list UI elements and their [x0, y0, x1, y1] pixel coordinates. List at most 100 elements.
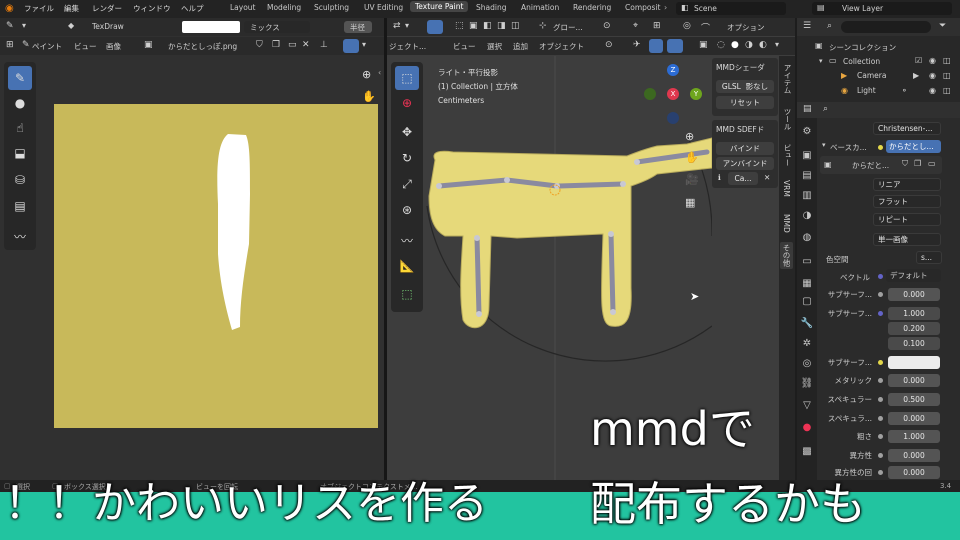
tab-view[interactable]: ビュー [782, 144, 793, 167]
camera-render-icon[interactable]: ◫ [943, 86, 951, 95]
render-tab-icon[interactable]: ▣ [800, 150, 814, 164]
property-value-field[interactable]: 0.000 [888, 374, 940, 387]
image-name[interactable]: からだとしっぽ.png [168, 41, 237, 52]
tab-scroll-icon[interactable]: › [664, 3, 667, 12]
socket-dot[interactable] [878, 470, 883, 475]
collection-tab-icon[interactable]: ▭ [800, 256, 814, 270]
base-color-link[interactable]: からだとし... [886, 140, 941, 153]
reset-button[interactable]: リセット [716, 96, 774, 109]
constraints-tab-icon[interactable]: ⛓ [800, 378, 814, 392]
visibility-icon[interactable]: ⊙ [605, 40, 613, 50]
modifier-tab-icon[interactable]: 🔧 [800, 318, 814, 332]
proportional-edit-icon[interactable]: ◎ [683, 21, 691, 31]
socket-dot[interactable] [878, 274, 883, 279]
image-icon[interactable]: ▣ [824, 160, 832, 169]
select-mode-button[interactable] [427, 20, 443, 34]
image-browse-icon[interactable]: ▣ [144, 40, 153, 50]
socket-dot[interactable] [878, 416, 883, 421]
transform-orientation-dropdown[interactable]: グロー... [553, 22, 583, 33]
property-value-field[interactable]: 1.000 [888, 430, 940, 443]
scene-collection-label[interactable]: シーンコレクション [829, 42, 896, 53]
extension-dropdown[interactable]: リピート [873, 213, 941, 226]
select-invert-icon[interactable]: ◨ [497, 21, 506, 31]
paint-color-swatch[interactable] [182, 21, 240, 33]
workspace-tab-shading[interactable]: Shading [476, 3, 506, 12]
blend-mode-dropdown[interactable]: ミックス [244, 21, 310, 33]
glsl-button[interactable]: GLSL [722, 82, 741, 91]
fill-tool-icon[interactable]: ⛁ [8, 168, 32, 192]
cache-button[interactable]: Ca... [728, 172, 758, 185]
workspace-tab-layout[interactable]: Layout [230, 3, 256, 12]
annotate-tool-icon[interactable]: 〰 [8, 224, 32, 248]
output-tab-icon[interactable]: ▤ [800, 170, 814, 184]
smear-tool-icon[interactable]: ☝ [8, 116, 32, 140]
property-value-field[interactable]: 0.500 [888, 393, 940, 406]
expand-arrow-icon[interactable]: ▾ [822, 141, 826, 149]
camera-render-icon[interactable]: ◫ [943, 56, 951, 65]
image-texture-name[interactable]: からだと... [852, 160, 889, 171]
solid-shading-icon[interactable]: ● [731, 40, 739, 50]
property-value-field[interactable]: 0.000 [888, 466, 940, 479]
navigation-gizmo[interactable]: Z X Y [638, 64, 708, 126]
close-icon[interactable]: ✕ [302, 40, 310, 50]
interpolation-dropdown[interactable]: リニア [873, 178, 941, 191]
shield-icon[interactable]: ⛉ [902, 159, 908, 169]
outliner-item-light[interactable]: Light [857, 86, 876, 95]
workspace-tab-compositing[interactable]: Composit [625, 3, 660, 12]
subsurface-color-swatch[interactable] [888, 356, 940, 369]
editor-type-icon[interactable]: ▤ [803, 104, 812, 114]
transform-tool-icon[interactable]: ⇄ [393, 21, 401, 31]
shadeless-button[interactable]: 影なし [746, 81, 769, 92]
grid-view-icon[interactable]: ▦ [685, 196, 695, 209]
menu-render[interactable]: レンダー [92, 3, 122, 14]
tab-mmd[interactable]: MMD [782, 214, 791, 233]
search-icon[interactable]: ⌕ [823, 104, 828, 114]
gizmo-y-axis[interactable]: Y [690, 88, 702, 100]
editor-type-icon[interactable]: ⊞ [6, 40, 14, 50]
brush-thumb-icon[interactable]: ◆ [68, 21, 74, 30]
scene-selector[interactable]: ◧ Scene [676, 2, 786, 15]
snap-target-icon[interactable]: ⊞ [653, 21, 661, 31]
filter-icon[interactable]: ⌕ [827, 21, 832, 31]
workspace-tab-uv-editing[interactable]: UV Editing [364, 3, 403, 12]
socket-dot[interactable] [878, 311, 883, 316]
brush-icon[interactable]: ✎ [6, 21, 14, 31]
shader-dropdown[interactable]: Christensen-... [873, 122, 941, 135]
menu-view[interactable]: ビュー [74, 41, 97, 52]
gizmo-toggle-icon[interactable]: ✈ [633, 40, 641, 50]
duplicate-icon[interactable]: ❐ [272, 40, 280, 50]
socket-dot[interactable] [878, 397, 883, 402]
xray-icon[interactable]: ▣ [699, 40, 708, 50]
gizmo-x-axis[interactable]: X [667, 88, 679, 100]
blender-logo-icon[interactable]: ◉ [5, 3, 14, 14]
tab-misc[interactable]: その他 [780, 242, 793, 269]
tab-tool[interactable]: ツール [782, 108, 793, 131]
outliner-item-camera[interactable]: Camera [857, 71, 886, 80]
property-value-field[interactable]: 0.000 [888, 288, 940, 301]
mask-tool-icon[interactable]: ▤ [8, 194, 32, 218]
object-data-icon[interactable]: ▶ [913, 71, 919, 80]
socket-dot[interactable] [878, 292, 883, 297]
camera-render-icon[interactable]: ◫ [943, 71, 951, 80]
editor-type-icon[interactable]: ☰ [803, 21, 811, 31]
pivot-icon[interactable]: ⊙ [603, 21, 611, 31]
gizmo-active-button[interactable] [649, 39, 663, 53]
menu-help[interactable]: ヘルプ [181, 3, 204, 14]
zoom-icon[interactable]: ⊕ [362, 68, 371, 81]
workspace-tab-sculpting[interactable]: Sculpting [314, 3, 349, 12]
expand-arrow-icon[interactable]: ▾ [819, 57, 823, 65]
falloff-icon[interactable]: ⌒ [701, 21, 710, 34]
socket-dot[interactable] [878, 360, 883, 365]
property-value-field[interactable]: 0.200 [888, 322, 940, 335]
orientation-icon[interactable]: ⊹ [539, 21, 547, 31]
texture-canvas[interactable] [54, 104, 378, 428]
sidebar-expand-icon[interactable]: ‹ [378, 68, 381, 77]
wireframe-shading-icon[interactable]: ◌ [717, 40, 725, 50]
funnel-icon[interactable]: ⏷ [939, 21, 946, 31]
view-layer-tab-icon[interactable]: ▥ [800, 190, 814, 204]
tool-tab-icon[interactable]: ⚙ [800, 126, 814, 140]
property-value-field[interactable]: 0.000 [888, 449, 940, 462]
close-icon[interactable]: ✕ [764, 173, 770, 182]
view-layer-selector[interactable]: ▤ View Layer [812, 2, 952, 15]
property-value-field[interactable]: 0.000 [888, 412, 940, 425]
